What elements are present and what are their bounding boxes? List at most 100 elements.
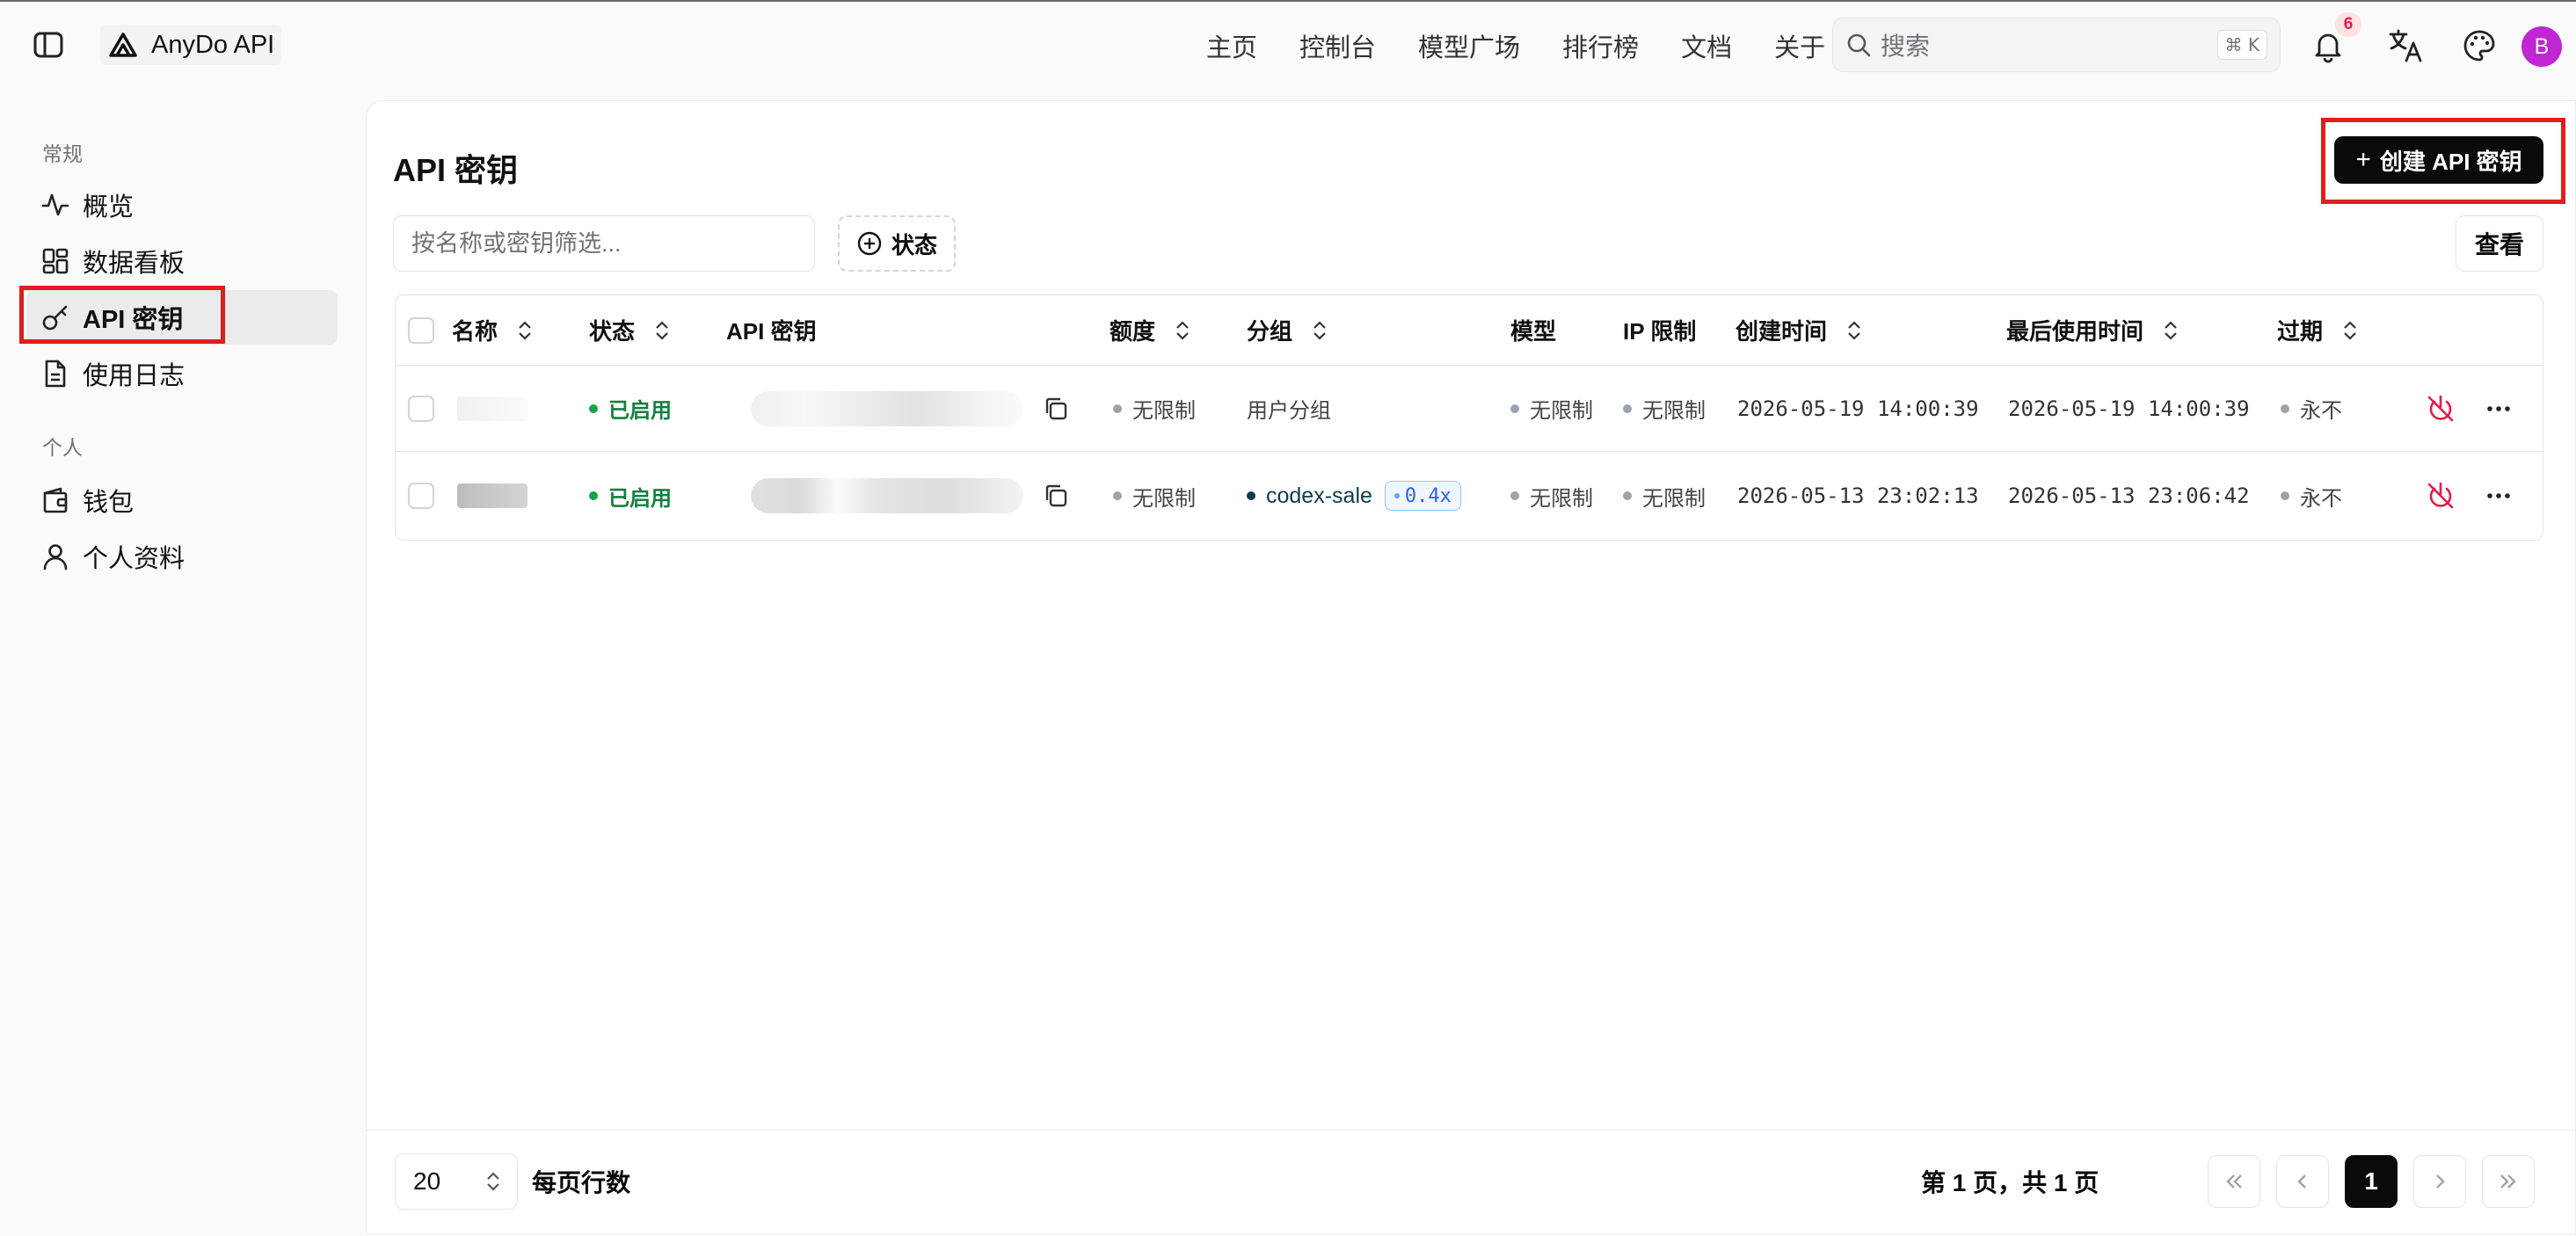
ip-limit-cell: 无限制	[1623, 366, 1706, 451]
group-cell: codex-sale 0.4x	[1247, 453, 1461, 539]
column-model: 模型	[1510, 295, 1556, 365]
last-page-button[interactable]	[2482, 1155, 2535, 1208]
nav-home[interactable]: 主页	[1206, 27, 1257, 64]
more-actions-cell	[2483, 366, 2514, 451]
sidebar-item-overview[interactable]: 概览	[26, 178, 338, 232]
select-all-checkbox[interactable]	[408, 316, 434, 344]
table-row: 已启用 无限制 用户分组 无限制 无限制 2026-05-19 14:00:39…	[396, 366, 2543, 452]
ip-limit-value: 无限制	[1642, 399, 1706, 423]
sidebar-item-label: 钱包	[83, 489, 135, 517]
expire-cell: 永不	[2281, 453, 2342, 539]
last-used-time: 2026-05-13 23:06:42	[2008, 483, 2250, 508]
redacted-name	[457, 396, 528, 421]
group-ratio-value: 0.4x	[1404, 484, 1452, 507]
power-off-icon[interactable]	[2425, 393, 2456, 425]
select-all-cell	[408, 295, 434, 365]
row-checkbox[interactable]	[408, 395, 434, 422]
quota-dot	[1113, 404, 1122, 413]
model-dot	[1510, 404, 1519, 413]
column-expire[interactable]: 过期	[2277, 295, 2360, 365]
main-nav: 主页 控制台 模型广场 排行榜 文档 关于	[1206, 25, 1825, 67]
nav-ranking[interactable]: 排行榜	[1562, 27, 1639, 64]
column-last-used[interactable]: 最后使用时间	[2006, 295, 2180, 365]
more-icon[interactable]	[2483, 480, 2514, 512]
avatar[interactable]: B	[2521, 26, 2562, 67]
previous-page-button[interactable]	[2276, 1155, 2329, 1208]
page-title: API 密钥	[393, 152, 519, 188]
create-api-key-button[interactable]: + 创建 API 密钥	[2334, 136, 2543, 184]
model-cell: 无限制	[1510, 453, 1593, 539]
page-1-button[interactable]: 1	[2345, 1155, 2398, 1208]
model-value: 无限制	[1530, 486, 1593, 511]
key-name-cell	[457, 366, 528, 451]
sort-icon	[2161, 319, 2180, 342]
brand-name: AnyDo API	[151, 30, 275, 59]
table-row: 已启用 无限制 codex-sale 0.4x 无限制 无限制 2026-05-…	[396, 453, 2543, 539]
key-icon	[40, 302, 70, 332]
ip-limit-cell: 无限制	[1623, 453, 1706, 539]
filter-input[interactable]	[393, 215, 815, 272]
sidebar-item-profile[interactable]: 个人资料	[26, 529, 338, 584]
sidebar-toggle-icon[interactable]	[33, 32, 63, 58]
sidebar-item-label: API 密钥	[83, 306, 184, 334]
quota-cell: 无限制	[1113, 366, 1196, 451]
group-value: codex-sale	[1266, 483, 1372, 508]
more-icon[interactable]	[2483, 393, 2514, 425]
ip-limit-value: 无限制	[1642, 486, 1706, 511]
translate-icon[interactable]	[2384, 25, 2427, 67]
column-header-label: 模型	[1510, 318, 1557, 345]
group-cell: 用户分组	[1247, 366, 1331, 451]
copy-icon[interactable]	[1043, 483, 1069, 509]
column-status[interactable]: 状态	[589, 295, 672, 365]
column-header-label: 额度	[1110, 318, 1156, 345]
search-shortcut: ⌘ K	[2216, 30, 2267, 60]
dashboard-icon	[40, 246, 70, 276]
column-created[interactable]: 创建时间	[1736, 295, 1864, 365]
expire-value: 永不	[2300, 486, 2342, 511]
column-header-label: 名称	[452, 318, 498, 345]
sort-icon	[515, 319, 535, 342]
column-header-label: 创建时间	[1736, 318, 1828, 345]
column-name[interactable]: 名称	[452, 295, 535, 365]
sidebar-item-api-keys[interactable]: API 密钥	[26, 290, 338, 345]
palette-icon[interactable]	[2458, 25, 2500, 67]
sidebar-item-wallet[interactable]: 钱包	[26, 473, 338, 527]
api-keys-table: 名称 状态 API 密钥 额度 分组 模型 IP 限制 创建时间 最后使用时间 …	[395, 294, 2543, 541]
group-value: 用户分组	[1247, 399, 1331, 423]
quota-dot	[1113, 491, 1122, 500]
nav-docs[interactable]: 文档	[1681, 27, 1732, 64]
sidebar: 常规 概览 数据看板 API 密钥 使用日志 个人 钱包 个人资料	[0, 88, 360, 1236]
brand-logo-icon	[107, 31, 139, 59]
disable-key-cell	[2425, 453, 2456, 539]
rows-per-page-label: 每页行数	[532, 1169, 631, 1196]
status-cell: 已启用	[589, 453, 672, 539]
sidebar-item-dashboard[interactable]: 数据看板	[26, 234, 338, 288]
page-size-select[interactable]: 20	[395, 1153, 518, 1210]
search-box[interactable]: 搜索 ⌘ K	[1832, 18, 2281, 72]
page-info: 第 1 页，共 1 页	[1921, 1169, 2099, 1196]
view-options-button[interactable]: 查看	[2456, 215, 2543, 272]
next-page-button[interactable]	[2413, 1155, 2466, 1208]
search-icon	[1845, 32, 1872, 58]
ip-limit-dot	[1623, 404, 1632, 413]
row-checkbox[interactable]	[408, 483, 434, 509]
quota-value: 无限制	[1132, 399, 1196, 423]
nav-console[interactable]: 控制台	[1299, 27, 1376, 64]
redacted-api-key	[751, 478, 1023, 513]
plus-circle-icon	[856, 230, 883, 257]
user-icon	[40, 542, 70, 571]
row-select-cell	[408, 453, 434, 539]
column-quota[interactable]: 额度	[1110, 295, 1192, 365]
nav-models[interactable]: 模型广场	[1418, 27, 1520, 64]
sidebar-item-usage-logs[interactable]: 使用日志	[26, 346, 338, 401]
nav-about[interactable]: 关于	[1774, 27, 1825, 64]
plus-icon: +	[2355, 145, 2371, 174]
brand[interactable]: AnyDo API	[100, 25, 282, 65]
status-filter-button[interactable]: 状态	[838, 215, 956, 272]
page-size-value: 20	[413, 1167, 441, 1195]
copy-icon[interactable]	[1043, 396, 1069, 422]
column-header-label: 过期	[2277, 318, 2324, 345]
power-off-icon[interactable]	[2425, 480, 2456, 512]
column-group[interactable]: 分组	[1247, 295, 1329, 365]
first-page-button[interactable]	[2208, 1155, 2260, 1208]
